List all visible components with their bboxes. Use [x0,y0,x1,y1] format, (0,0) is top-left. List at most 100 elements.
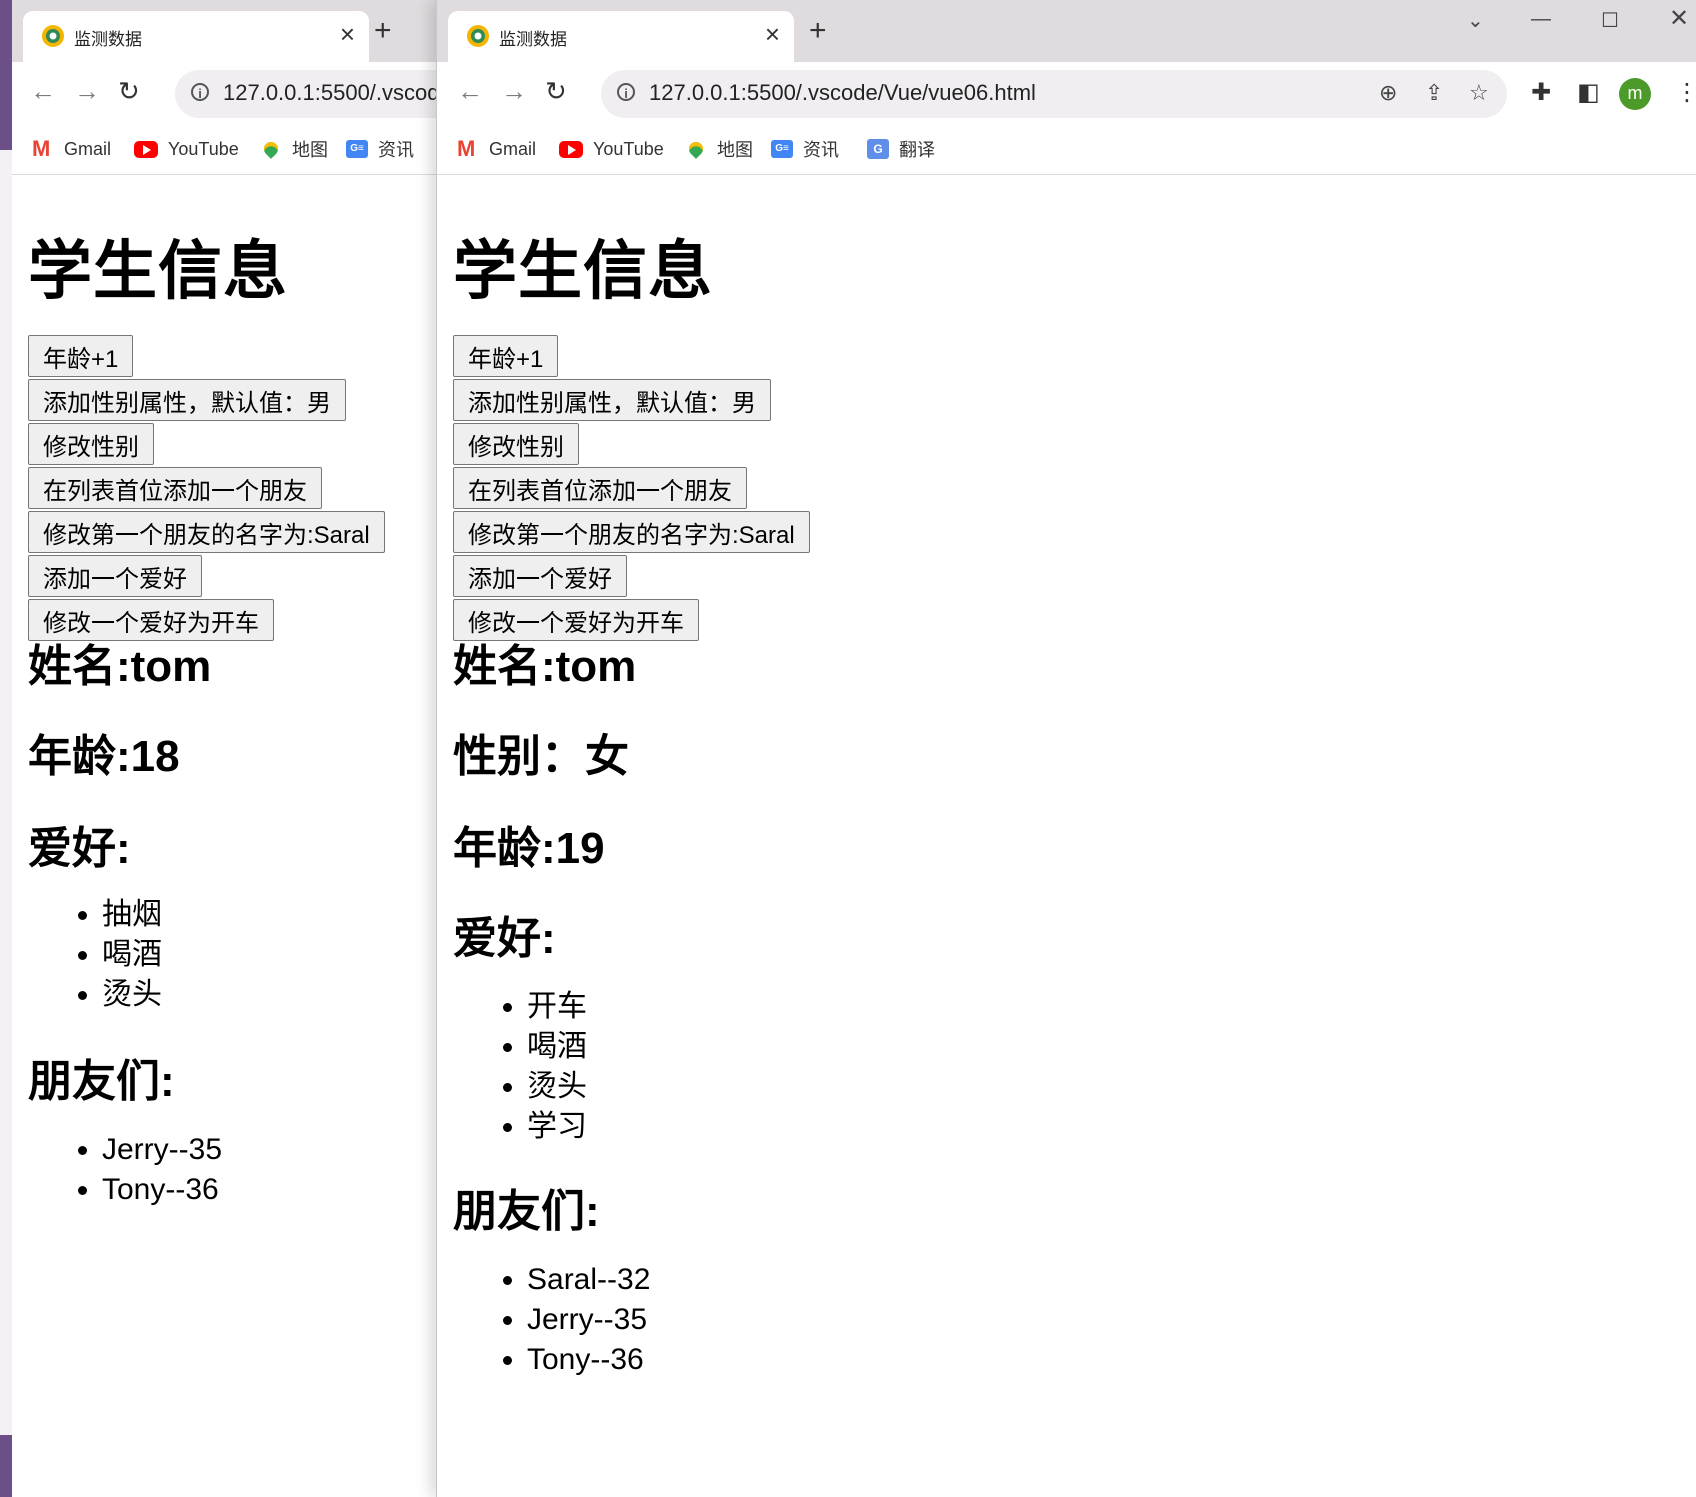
bookmark-translate[interactable]: G 翻译 [867,136,935,162]
translate-icon: G [867,139,889,159]
url-text: 127.0.0.1:5500/.vscode/Vue/vue06.html [649,80,1036,105]
browser-tab[interactable]: 监测数据 × [448,11,794,62]
name-heading: 姓名:tom [453,642,637,691]
add-gender-button[interactable]: 添加性别属性，默认值：男 [28,379,346,421]
title-bar: 监测数据 × + [12,0,437,62]
maps-icon [686,139,706,159]
menu-kebab-icon[interactable]: ⋮ [1675,78,1696,107]
list-item: Saral--32 [527,1260,650,1300]
add-friend-first-button[interactable]: 在列表首位添加一个朋友 [453,467,747,509]
list-item: Jerry--35 [102,1130,222,1170]
avatar[interactable]: m [1619,78,1651,110]
bookmark-label: Gmail [489,138,537,159]
bookmark-news[interactable]: G≡ 资讯 [346,136,414,162]
bookmark-youtube[interactable]: YouTube [559,136,664,162]
desktop-highlight [0,150,12,1435]
title-bar: 监测数据 × + ⌄ — ☐ ✕ [437,0,1696,62]
close-tab-icon[interactable]: × [340,21,355,47]
reload-icon[interactable]: ↻ [118,76,140,107]
news-icon: G≡ [346,140,368,158]
button-group: 年龄+1 添加性别属性，默认值：男 修改性别 在列表首位添加一个朋友 修改第一个… [28,335,385,643]
bookmark-label: 地图 [717,140,753,160]
friends-heading: 朋友们: [28,1057,175,1106]
address-bar[interactable]: i 127.0.0.1:5500/.vscode/Vue/vue06.html … [601,70,1507,118]
maximize-icon[interactable]: ☐ [1601,8,1619,33]
change-gender-button[interactable]: 修改性别 [453,423,579,465]
list-item: 烫头 [102,975,162,1015]
list-item: Tony--36 [102,1170,222,1210]
reload-icon[interactable]: ↻ [545,76,567,107]
favicon-icon [467,25,489,47]
bookmark-label: 地图 [292,140,328,160]
friends-list: Jerry--35 Tony--36 [28,1130,222,1210]
new-tab-button[interactable]: + [374,16,392,46]
bookmarks-bar: M Gmail YouTube 地图 G≡ 资讯 [12,126,437,175]
favicon-icon [42,25,64,47]
bookmark-label: 资讯 [803,140,839,160]
close-window-icon[interactable]: ✕ [1669,4,1689,33]
list-item: 开车 [527,987,587,1027]
bookmark-news[interactable]: G≡ 资讯 [771,136,839,162]
gender-heading: 性别：女 [453,732,629,781]
add-hobby-button[interactable]: 添加一个爱好 [28,555,202,597]
add-gender-button[interactable]: 添加性别属性，默认值：男 [453,379,771,421]
forward-arrow-icon[interactable]: → [501,76,527,107]
bookmark-gmail[interactable]: M Gmail [457,136,536,162]
close-tab-icon[interactable]: × [765,21,780,47]
back-arrow-icon[interactable]: ← [457,76,483,107]
name-heading: 姓名:tom [28,642,212,691]
gmail-icon: M [32,136,51,161]
add-hobby-button[interactable]: 添加一个爱好 [453,555,627,597]
page-content: 学生信息 年龄+1 添加性别属性，默认值：男 修改性别 在列表首位添加一个朋友 … [453,175,1696,1497]
page-title: 学生信息 [28,235,288,307]
list-item: 喝酒 [102,935,162,975]
age-heading: 年龄:19 [453,824,605,873]
youtube-icon [134,140,158,158]
rename-first-friend-button[interactable]: 修改第一个朋友的名字为:Saral [28,511,385,553]
add-friend-first-button[interactable]: 在列表首位添加一个朋友 [28,467,322,509]
age-plus-one-button[interactable]: 年龄+1 [28,335,134,377]
side-panel-icon[interactable]: ◧ [1577,78,1600,107]
info-icon[interactable]: i [617,83,635,101]
browser-tab[interactable]: 监测数据 × [23,11,369,62]
maps-icon [261,139,281,159]
bookmark-label: 资讯 [378,140,414,160]
bookmark-label: 翻译 [899,140,935,160]
list-item: 学习 [527,1107,587,1147]
rename-first-friend-button[interactable]: 修改第一个朋友的名字为:Saral [453,511,810,553]
new-tab-button[interactable]: + [809,16,827,46]
tab-search-chevron-icon[interactable]: ⌄ [1467,8,1484,33]
friends-heading: 朋友们: [453,1187,600,1236]
bookmark-label: Gmail [64,138,112,159]
hobbies-heading: 爱好: [453,914,556,963]
bookmark-gmail[interactable]: M Gmail [32,136,111,162]
list-item: 烫头 [527,1067,587,1107]
share-icon[interactable]: ⇪ [1425,80,1443,106]
bookmark-label: YouTube [593,138,664,159]
info-icon[interactable]: i [191,83,209,101]
back-arrow-icon[interactable]: ← [30,76,56,107]
bookmark-star-icon[interactable]: ☆ [1469,80,1489,106]
browser-window-front: 监测数据 × + ⌄ — ☐ ✕ ← → ↻ i 127.0.0.1:5500/… [436,0,1696,1497]
change-gender-button[interactable]: 修改性别 [28,423,154,465]
desktop-background [0,0,12,1497]
gmail-icon: M [457,136,476,161]
page-content: 学生信息 年龄+1 添加性别属性，默认值：男 修改性别 在列表首位添加一个朋友 … [28,175,437,1497]
browser-window-back: 监测数据 × + ← → ↻ i 127.0.0.1:5500/.vscod M… [12,0,437,1497]
bookmark-maps[interactable]: 地图 [260,136,328,162]
bookmark-label: YouTube [168,138,239,159]
minimize-icon[interactable]: — [1531,8,1551,31]
tab-title: 监测数据 [499,30,567,49]
forward-arrow-icon[interactable]: → [74,76,100,107]
bookmarks-bar: M Gmail YouTube 地图 G≡ 资讯 G 翻译 [437,126,1696,175]
bookmark-youtube[interactable]: YouTube [134,136,239,162]
extensions-icon[interactable]: ✚ [1531,78,1551,107]
age-plus-one-button[interactable]: 年龄+1 [453,335,559,377]
button-group: 年龄+1 添加性别属性，默认值：男 修改性别 在列表首位添加一个朋友 修改第一个… [453,335,810,643]
tab-title: 监测数据 [74,30,142,49]
bookmark-maps[interactable]: 地图 [685,136,753,162]
hobbies-list: 开车 喝酒 烫头 学习 [453,987,587,1147]
url-text: 127.0.0.1:5500/.vscod [223,80,437,105]
address-bar[interactable]: i 127.0.0.1:5500/.vscod [175,70,437,118]
zoom-icon[interactable]: ⊕ [1379,80,1397,106]
